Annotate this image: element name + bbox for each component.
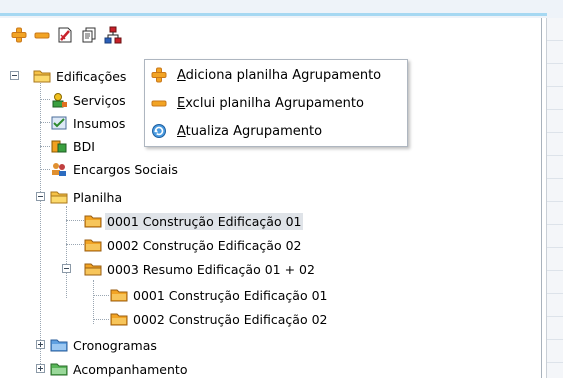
tree-line bbox=[40, 146, 50, 147]
edit-document-icon bbox=[58, 27, 72, 43]
minus-icon bbox=[147, 90, 171, 116]
collapse-toggle[interactable] bbox=[10, 71, 19, 80]
splitter-line bbox=[541, 18, 542, 378]
menu-item-label: Adiciona planilha Agrupamento bbox=[177, 67, 382, 83]
tree-item-label: 0001 Construção Edificação 01 bbox=[133, 287, 328, 303]
refresh-icon bbox=[147, 118, 171, 144]
expand-toggle[interactable] bbox=[36, 340, 45, 349]
bdi-icon bbox=[50, 138, 68, 154]
tree-line bbox=[40, 169, 50, 170]
tree-item-planilha-0003[interactable]: 0003 Resumo Edificação 01 + 02 bbox=[84, 259, 317, 279]
tree-line bbox=[93, 319, 109, 320]
materials-icon bbox=[50, 115, 68, 131]
tree-item-label: Cronogramas bbox=[73, 337, 157, 353]
tree-item-cronogramas[interactable]: Cronogramas bbox=[50, 335, 159, 355]
tree-item-label: 0003 Resumo Edificação 01 + 02 bbox=[107, 261, 315, 277]
tree-item-label: Insumos bbox=[73, 115, 126, 131]
expand-toggle[interactable] bbox=[36, 364, 45, 373]
tree-line bbox=[93, 280, 94, 324]
remove-button[interactable] bbox=[33, 26, 51, 44]
tree-item-label: BDI bbox=[73, 138, 95, 154]
tree-item-label: 0002 Construção Edificação 02 bbox=[107, 237, 302, 253]
tree-item-encargos[interactable]: Encargos Sociais bbox=[50, 159, 180, 179]
folder-icon bbox=[110, 311, 128, 327]
menu-item-add-group-sheet[interactable]: Adiciona planilha Agrupamento bbox=[145, 62, 407, 88]
tree-item-label: Acompanhamento bbox=[73, 361, 188, 377]
folder-icon bbox=[84, 213, 102, 229]
tree-line bbox=[66, 244, 84, 245]
folder-icon bbox=[84, 237, 102, 253]
collapse-toggle[interactable] bbox=[62, 264, 71, 273]
toolbar bbox=[0, 18, 541, 58]
copy-button[interactable] bbox=[80, 26, 98, 44]
folder-open-icon bbox=[84, 261, 102, 277]
edit-button[interactable] bbox=[56, 26, 74, 44]
folder-open-icon bbox=[50, 189, 68, 205]
context-menu: Adiciona planilha Agrupamento Exclui pla… bbox=[144, 59, 408, 147]
tree-item-planilha-0001[interactable]: 0001 Construção Edificação 01 bbox=[84, 211, 304, 231]
tree-item-label: 0002 Construção Edificação 02 bbox=[133, 311, 328, 327]
right-panel[interactable] bbox=[546, 18, 563, 378]
plus-icon bbox=[147, 62, 171, 88]
tree-line bbox=[93, 295, 109, 296]
folder-open-icon bbox=[33, 68, 51, 84]
tree-item-label: 0001 Construção Edificação 01 bbox=[105, 212, 304, 230]
tree-item-label: Edificações bbox=[56, 68, 127, 84]
folder-icon bbox=[110, 287, 128, 303]
tree-item-sub-0001[interactable]: 0001 Construção Edificação 01 bbox=[110, 285, 329, 305]
plus-icon bbox=[11, 27, 27, 43]
tree-item-edificacoes[interactable]: Edificações bbox=[33, 66, 128, 86]
window-top-bar bbox=[0, 0, 563, 18]
tree-item-label: Encargos Sociais bbox=[73, 161, 178, 177]
tree-item-acompanhamento[interactable]: Acompanhamento bbox=[50, 359, 189, 379]
hierarchy-icon bbox=[104, 26, 122, 44]
tree-item-servicos[interactable]: Serviços bbox=[50, 90, 128, 110]
worker-icon bbox=[50, 92, 68, 108]
tree-line bbox=[40, 99, 50, 100]
people-icon bbox=[50, 161, 68, 177]
menu-item-update-group[interactable]: Atualiza Agrupamento bbox=[145, 118, 407, 144]
top-accent-line bbox=[0, 13, 547, 16]
group-button[interactable] bbox=[104, 26, 122, 44]
menu-item-remove-group-sheet[interactable]: Exclui planilha Agrupamento bbox=[145, 90, 407, 116]
tree-item-bdi[interactable]: BDI bbox=[50, 136, 97, 156]
add-button[interactable] bbox=[10, 26, 28, 44]
tree-item-label: Serviços bbox=[73, 92, 126, 108]
tree-item-planilha[interactable]: Planilha bbox=[50, 187, 124, 207]
copy-icon bbox=[82, 27, 96, 43]
tree-item-insumos[interactable]: Insumos bbox=[50, 113, 127, 133]
collapse-toggle[interactable] bbox=[36, 192, 45, 201]
menu-item-label: Atualiza Agrupamento bbox=[177, 123, 323, 139]
minus-icon bbox=[34, 32, 50, 39]
right-panel-grid bbox=[547, 18, 563, 378]
tree-item-planilha-0002[interactable]: 0002 Construção Edificação 02 bbox=[84, 235, 303, 255]
tree-line bbox=[66, 220, 84, 221]
folder-blue-icon bbox=[50, 337, 68, 353]
tree-item-sub-0002[interactable]: 0002 Construção Edificação 02 bbox=[110, 309, 329, 329]
tree-item-label: Planilha bbox=[73, 189, 123, 205]
tree-line bbox=[40, 122, 50, 123]
folder-green-icon bbox=[50, 361, 68, 377]
menu-item-label: Exclui planilha Agrupamento bbox=[177, 95, 364, 111]
